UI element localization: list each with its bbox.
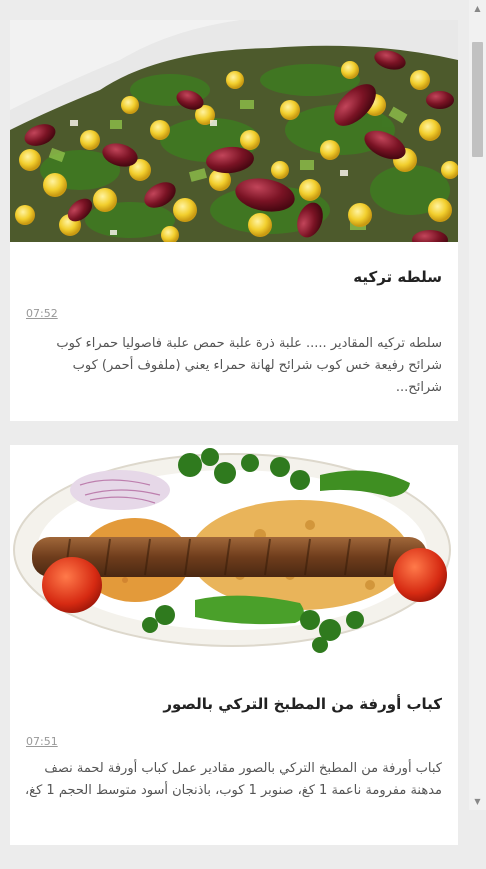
salad-photo[interactable] bbox=[10, 20, 458, 242]
article-card[interactable]: كباب أورفة من المطبخ التركي بالصور 07:51… bbox=[10, 445, 458, 845]
vertical-scrollbar[interactable]: ▲ ▼ bbox=[469, 0, 486, 810]
scroll-down-icon[interactable]: ▼ bbox=[469, 793, 486, 810]
scroll-up-icon[interactable]: ▲ bbox=[469, 0, 486, 17]
kebab-photo[interactable] bbox=[10, 445, 458, 667]
scroll-thumb[interactable] bbox=[472, 42, 483, 157]
article-time: 07:51 bbox=[26, 735, 58, 748]
salad-image bbox=[10, 20, 458, 242]
article-title[interactable]: كباب أورفة من المطبخ التركي بالصور bbox=[26, 695, 442, 713]
article-excerpt: كباب أورفة من المطبخ التركي بالصور مقادي… bbox=[24, 761, 442, 798]
article-feed: سلطه تركيه 07:52 سلطه تركيه المقادير ...… bbox=[10, 20, 458, 869]
article-title[interactable]: سلطه تركيه bbox=[26, 268, 442, 286]
article-excerpt: سلطه تركيه المقادير ..... علبة ذرة علبة … bbox=[56, 336, 442, 395]
kebab-image bbox=[10, 445, 458, 667]
article-time: 07:52 bbox=[26, 307, 58, 320]
article-card[interactable]: سلطه تركيه 07:52 سلطه تركيه المقادير ...… bbox=[10, 20, 458, 421]
